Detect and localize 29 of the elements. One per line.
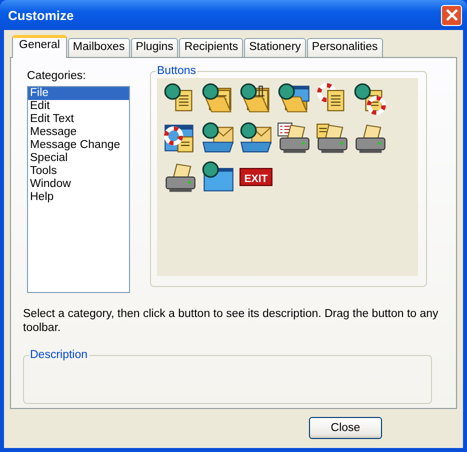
printer-icon[interactable]	[277, 121, 311, 155]
tab[interactable]: Plugins	[130, 38, 178, 57]
category-item[interactable]: Window	[28, 178, 129, 191]
envelope-icon[interactable]	[239, 121, 273, 155]
tab[interactable]: Mailboxes	[68, 38, 130, 57]
tab[interactable]: Recipients	[179, 38, 244, 57]
category-item[interactable]: Edit	[28, 100, 129, 113]
category-item[interactable]: Edit Text	[28, 113, 129, 126]
instruction-text: Select a category, then click a button to see its description. Drag the button to any toolbar.	[23, 307, 440, 335]
window-title: Customize	[8, 8, 74, 22]
lifebuoy-icon[interactable]	[353, 82, 387, 116]
close-icon	[446, 9, 458, 21]
window-icon[interactable]	[201, 160, 235, 194]
tab[interactable]: General	[12, 35, 67, 58]
envelope-icon[interactable]	[201, 121, 235, 155]
category-item[interactable]: Tools	[28, 165, 129, 178]
printer-icon[interactable]	[315, 121, 349, 155]
category-item[interactable]: Message Change	[28, 139, 129, 152]
category-item[interactable]: Help	[28, 191, 129, 204]
close-button[interactable]: Close	[309, 417, 382, 439]
close-window-button[interactable]	[441, 4, 462, 26]
category-item[interactable]: File	[28, 87, 129, 100]
tab[interactable]: Personalities	[306, 38, 383, 57]
categories-label: Categories:	[27, 70, 87, 83]
category-item[interactable]: Special	[28, 152, 129, 165]
category-item[interactable]: Message	[28, 126, 129, 139]
group-title: Description	[29, 348, 89, 362]
tab[interactable]: Stationery	[244, 38, 306, 57]
group-title: Buttons	[156, 64, 197, 78]
